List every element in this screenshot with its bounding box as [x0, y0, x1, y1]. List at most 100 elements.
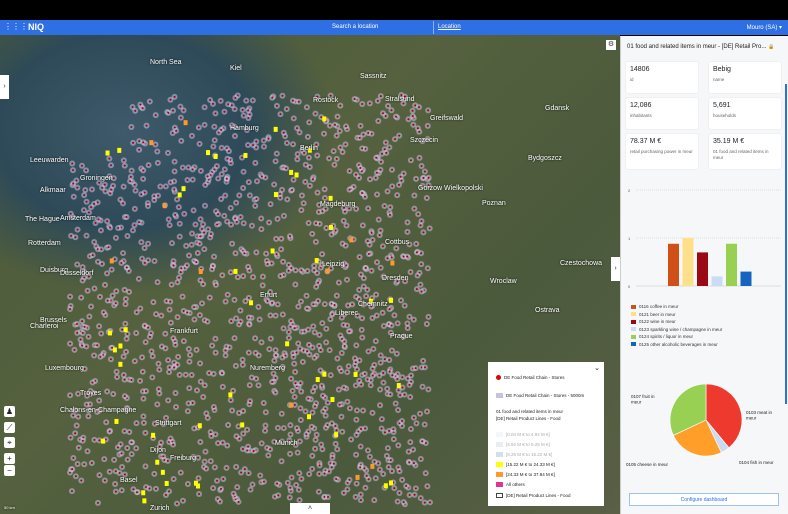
- store-marker[interactable]: [387, 104, 390, 107]
- store-marker[interactable]: [361, 317, 364, 320]
- store-marker[interactable]: [90, 305, 93, 308]
- store-marker[interactable]: [211, 268, 214, 271]
- store-marker[interactable]: [375, 314, 378, 317]
- store-marker[interactable]: [69, 394, 72, 397]
- store-marker[interactable]: [112, 177, 115, 180]
- store-marker[interactable]: [289, 235, 292, 238]
- store-marker[interactable]: [274, 160, 277, 163]
- store-marker[interactable]: [232, 389, 235, 392]
- store-marker[interactable]: [74, 236, 77, 239]
- store-marker[interactable]: [130, 126, 133, 129]
- store-marker[interactable]: [250, 224, 253, 227]
- store-marker[interactable]: [273, 359, 276, 362]
- store-marker[interactable]: [159, 185, 162, 188]
- store-marker[interactable]: [123, 378, 126, 381]
- store-marker[interactable]: [237, 425, 240, 428]
- store-marker[interactable]: [274, 354, 277, 357]
- store-marker[interactable]: [212, 145, 215, 148]
- store-marker[interactable]: [378, 234, 381, 237]
- store-marker[interactable]: [282, 427, 285, 430]
- store-marker[interactable]: [362, 133, 365, 136]
- store-marker[interactable]: [383, 358, 386, 361]
- store-marker[interactable]: [130, 441, 133, 444]
- region-polygon[interactable]: [181, 186, 186, 192]
- store-marker[interactable]: [114, 302, 117, 305]
- store-marker[interactable]: [193, 306, 196, 309]
- store-marker[interactable]: [152, 301, 155, 304]
- region-polygon[interactable]: [306, 414, 311, 420]
- store-marker[interactable]: [206, 320, 209, 323]
- store-marker[interactable]: [200, 228, 203, 231]
- store-marker[interactable]: [317, 281, 320, 284]
- store-marker[interactable]: [294, 370, 297, 373]
- store-marker[interactable]: [83, 194, 86, 197]
- store-marker[interactable]: [423, 423, 426, 426]
- store-marker[interactable]: [224, 300, 227, 303]
- store-marker[interactable]: [142, 397, 145, 400]
- store-marker[interactable]: [203, 231, 206, 234]
- store-marker[interactable]: [355, 409, 358, 412]
- bar[interactable]: [697, 252, 708, 286]
- store-marker[interactable]: [335, 429, 338, 432]
- store-marker[interactable]: [282, 327, 285, 330]
- store-marker[interactable]: [179, 471, 182, 474]
- store-marker[interactable]: [294, 382, 297, 385]
- store-marker[interactable]: [300, 477, 303, 480]
- store-marker[interactable]: [264, 411, 267, 414]
- store-marker[interactable]: [106, 299, 109, 302]
- store-marker[interactable]: [266, 299, 269, 302]
- store-marker[interactable]: [298, 131, 301, 134]
- store-marker[interactable]: [141, 257, 144, 260]
- region-polygon[interactable]: [334, 432, 339, 438]
- store-marker[interactable]: [318, 333, 321, 336]
- store-marker[interactable]: [418, 156, 421, 159]
- store-marker[interactable]: [397, 444, 400, 447]
- store-marker[interactable]: [124, 298, 127, 301]
- region-polygon[interactable]: [314, 258, 319, 264]
- store-marker[interactable]: [97, 218, 100, 221]
- store-marker[interactable]: [233, 135, 236, 138]
- region-polygon[interactable]: [177, 192, 182, 198]
- store-marker[interactable]: [180, 139, 183, 142]
- store-marker[interactable]: [293, 327, 296, 330]
- store-marker[interactable]: [174, 343, 177, 346]
- region-polygon[interactable]: [396, 383, 401, 389]
- measure-ruler-icon[interactable]: ⟋: [4, 422, 15, 433]
- bar-legend-item[interactable]: 0125 other alcoholic beverages in meur: [631, 342, 718, 347]
- store-marker[interactable]: [119, 443, 122, 446]
- store-marker[interactable]: [379, 388, 382, 391]
- store-marker[interactable]: [72, 414, 75, 417]
- store-marker[interactable]: [172, 443, 175, 446]
- region-polygon[interactable]: [118, 343, 123, 349]
- store-marker[interactable]: [138, 148, 141, 151]
- store-marker[interactable]: [186, 178, 189, 181]
- store-marker[interactable]: [204, 450, 207, 453]
- store-marker[interactable]: [69, 295, 72, 298]
- region-polygon[interactable]: [240, 422, 245, 428]
- region-polygon[interactable]: [228, 392, 233, 398]
- store-marker[interactable]: [168, 308, 171, 311]
- store-marker[interactable]: [419, 497, 422, 500]
- store-marker[interactable]: [289, 433, 292, 436]
- store-marker[interactable]: [301, 360, 304, 363]
- store-marker[interactable]: [323, 196, 326, 199]
- store-marker[interactable]: [298, 440, 301, 443]
- store-marker[interactable]: [206, 175, 209, 178]
- store-marker[interactable]: [420, 220, 423, 223]
- store-marker[interactable]: [242, 275, 245, 278]
- store-marker[interactable]: [346, 488, 349, 491]
- expand-left-panel-button[interactable]: ›: [0, 75, 9, 99]
- store-marker[interactable]: [175, 129, 178, 132]
- store-marker[interactable]: [409, 428, 412, 431]
- store-marker[interactable]: [168, 224, 171, 227]
- store-marker[interactable]: [90, 461, 93, 464]
- store-marker[interactable]: [153, 195, 156, 198]
- store-marker[interactable]: [191, 178, 194, 181]
- store-marker[interactable]: [209, 99, 212, 102]
- store-marker[interactable]: [125, 350, 128, 353]
- store-marker[interactable]: [252, 449, 255, 452]
- store-marker[interactable]: [260, 228, 263, 231]
- store-marker[interactable]: [290, 476, 293, 479]
- store-marker[interactable]: [126, 333, 129, 336]
- store-marker[interactable]: [83, 463, 86, 466]
